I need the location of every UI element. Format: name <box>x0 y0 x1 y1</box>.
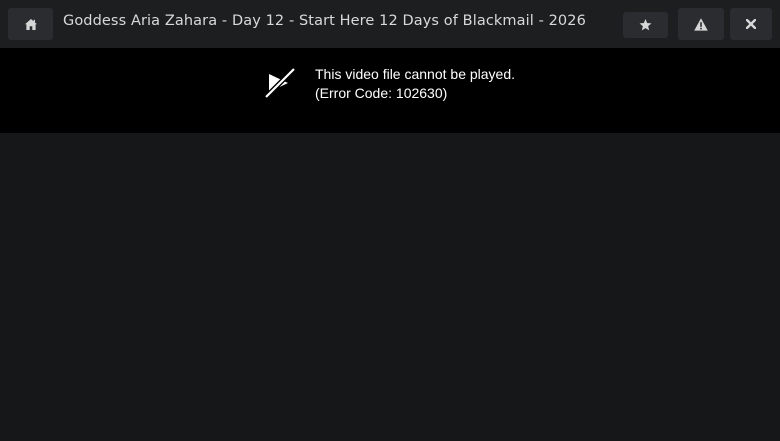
error-line-1: This video file cannot be played. <box>315 66 516 82</box>
report-button[interactable] <box>678 8 724 40</box>
top-bar: Goddess Aria Zahara - Day 12 - Start Her… <box>0 0 780 48</box>
close-icon <box>746 19 756 29</box>
page-title: Goddess Aria Zahara - Day 12 - Start Her… <box>63 13 586 29</box>
home-icon <box>24 18 37 30</box>
home-button[interactable] <box>8 8 53 40</box>
error-code: (Error Code: 102630) <box>315 85 448 101</box>
warning-icon <box>694 17 708 31</box>
star-icon <box>639 19 652 31</box>
video-player[interactable]: This video file cannot be played. (Error… <box>0 48 780 133</box>
video-slash-icon <box>264 68 296 98</box>
error-message: This video file cannot be played. (Error… <box>315 65 515 103</box>
close-button[interactable] <box>730 8 772 40</box>
favorite-button[interactable] <box>623 12 668 38</box>
